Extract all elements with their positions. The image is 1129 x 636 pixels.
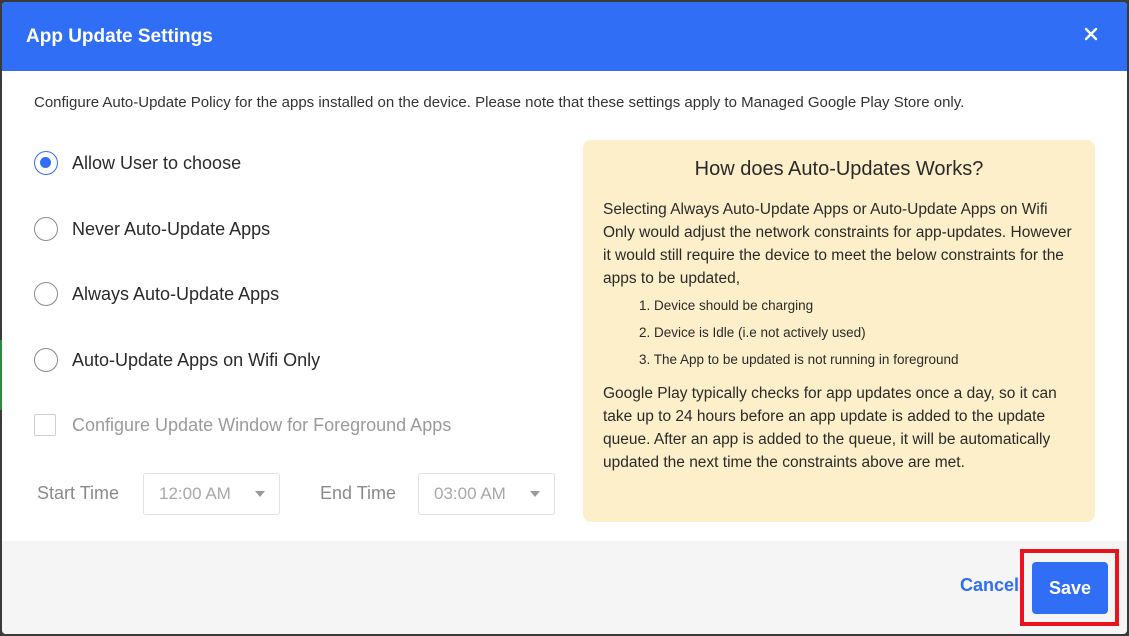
- info-paragraph-2: Google Play typically checks for app upd…: [603, 385, 1057, 471]
- list-item: 2. Device is Idle (i.e not actively used…: [639, 325, 866, 340]
- info-paragraph: Selecting Always Auto-Update Apps or Aut…: [603, 201, 1072, 287]
- chevron-down-icon: [530, 491, 540, 497]
- radio-label: Auto-Update Apps on Wifi Only: [72, 349, 321, 370]
- end-time-value: 03:00 AM: [434, 484, 506, 503]
- app-update-settings-dialog: App Update Settings Configure Auto-Updat…: [2, 2, 1127, 634]
- foreground-window-checkbox-row: Configure Update Window for Foreground A…: [34, 414, 451, 436]
- chevron-down-icon: [255, 491, 265, 497]
- start-time-value: 12:00 AM: [159, 484, 231, 503]
- radio-checked-icon[interactable]: [34, 151, 58, 175]
- save-button[interactable]: Save: [1032, 562, 1108, 614]
- radio-label: Allow User to choose: [72, 152, 242, 173]
- start-time-select[interactable]: 12:00 AM: [143, 473, 280, 515]
- auto-update-info-box: How does Auto-Updates Works? Selecting A…: [583, 140, 1095, 522]
- dialog-footer: Cancel Save: [2, 541, 1127, 634]
- radio-always-auto-update[interactable]: Always Auto-Update Apps: [34, 282, 279, 306]
- end-time-select[interactable]: 03:00 AM: [418, 473, 555, 515]
- dialog-body: Configure Auto-Update Policy for the app…: [2, 71, 1127, 541]
- dialog-description: Configure Auto-Update Policy for the app…: [34, 94, 965, 111]
- list-item: 1. Device should be charging: [639, 298, 814, 313]
- close-icon[interactable]: [1079, 22, 1103, 46]
- info-title: How does Auto-Updates Works?: [694, 158, 984, 180]
- cancel-button[interactable]: Cancel: [960, 575, 1019, 596]
- checkbox-label: Configure Update Window for Foreground A…: [72, 414, 452, 435]
- list-item: 3. The App to be updated is not running …: [639, 352, 959, 367]
- radio-wifi-only[interactable]: Auto-Update Apps on Wifi Only: [34, 348, 320, 372]
- foreground-window-checkbox[interactable]: [34, 414, 56, 436]
- start-time-label: Start Time: [37, 483, 120, 503]
- radio-allow-user-choose[interactable]: Allow User to choose: [34, 151, 241, 175]
- radio-unchecked-icon[interactable]: [34, 348, 58, 372]
- dialog-header: App Update Settings: [2, 2, 1127, 71]
- radio-unchecked-icon[interactable]: [34, 282, 58, 306]
- info-constraints-list: 1. Device should be charging 2. Device i…: [639, 292, 1075, 373]
- end-time-label: End Time: [320, 483, 397, 503]
- radio-label: Never Auto-Update Apps: [72, 218, 271, 239]
- dialog-title: App Update Settings: [26, 25, 213, 47]
- radio-unchecked-icon[interactable]: [34, 217, 58, 241]
- radio-never-auto-update[interactable]: Never Auto-Update Apps: [34, 217, 270, 241]
- radio-label: Always Auto-Update Apps: [72, 283, 280, 304]
